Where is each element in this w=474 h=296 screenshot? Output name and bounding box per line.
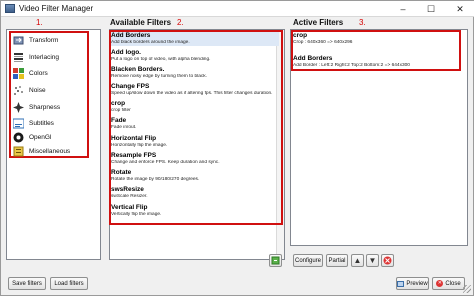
load-filters-button[interactable]: Load filters (50, 277, 88, 290)
window-controls: – ☐ ✕ (389, 1, 474, 17)
filter-description: Add black borders around the image. (111, 40, 190, 45)
filter-description: Horizontally flip the image. (111, 143, 168, 148)
filter-name: Add Borders (111, 32, 151, 39)
filter-description: Fade in/out. (111, 125, 137, 130)
noise-icon (13, 85, 24, 96)
category-label: Miscellaneous (29, 147, 71, 155)
category-label: Colors (29, 69, 48, 77)
category-sharpness[interactable]: Sharpness (13, 100, 60, 114)
close-window-button[interactable]: ✕ (445, 1, 474, 17)
resize-grip[interactable] (463, 285, 471, 293)
filter-name: Rotate (111, 169, 132, 176)
category-noise[interactable]: Noise (13, 83, 46, 97)
filter-add-logo[interactable]: Add logo. Put a logo on top of video, wi… (111, 49, 279, 63)
filter-resample-fps[interactable]: Resample FPS Change and enforce FPS. Kee… (111, 152, 279, 166)
sharpness-icon (13, 101, 24, 113)
filter-name: crop (111, 100, 126, 107)
move-down-button[interactable]: ▼ (366, 254, 379, 267)
category-label: Sharpness (29, 103, 61, 111)
minimize-button[interactable]: – (389, 1, 417, 17)
annotation-2: 2. (177, 18, 184, 27)
filter-name: Add Borders (293, 55, 333, 62)
preview-icon (397, 280, 405, 287)
filter-name: swsResize (111, 186, 144, 193)
active-filter-crop[interactable]: crop Crop : 640x360 => 640x296 (293, 32, 458, 46)
category-label: Noise (29, 86, 46, 94)
close-label: Close (445, 280, 461, 287)
filter-description: Change and enforce FPS. Keep duration an… (111, 160, 220, 165)
filter-description: Add Border : Left:2 Right:2 Top:2 Bottom… (293, 63, 410, 68)
filter-description: Rotate the image by 90/180/270 degrees. (111, 177, 200, 182)
filter-crop[interactable]: crop crop filter (111, 100, 279, 114)
interlacing-icon (13, 52, 24, 63)
close-button[interactable]: ✕ Close (432, 277, 465, 290)
maximize-button[interactable]: ☐ (417, 1, 445, 17)
filter-name: Resample FPS (111, 152, 157, 159)
remove-icon (382, 256, 393, 268)
filter-description: Speed up/slow down the video as if alter… (111, 91, 273, 96)
configure-button[interactable]: Configure (293, 254, 323, 267)
move-up-button[interactable]: ▲ (351, 254, 364, 267)
subtitles-icon (13, 118, 24, 129)
opengl-icon (13, 132, 24, 143)
close-icon: ✕ (436, 280, 444, 287)
category-colors[interactable]: Colors (13, 66, 48, 80)
filter-name: Add logo. (111, 49, 141, 56)
filter-name: Change FPS (111, 83, 150, 90)
filter-fade[interactable]: Fade Fade in/out. (111, 117, 279, 131)
save-filters-button[interactable]: Save filters (8, 277, 46, 290)
arrow-down-icon: ▼ (368, 256, 377, 265)
filter-blacken-borders[interactable]: Blacken Borders. Remove noisy edge by tu… (111, 66, 279, 80)
filter-description: Put a logo on top of video, with alpha b… (111, 57, 211, 62)
colors-icon (13, 67, 24, 79)
category-label: OpenGl (29, 133, 52, 141)
category-miscellaneous[interactable]: Miscellaneous (13, 144, 70, 158)
category-interlacing[interactable]: Interlacing (13, 50, 59, 64)
filter-name: crop (293, 32, 308, 39)
filter-change-fps[interactable]: Change FPS Speed up/slow down the video … (111, 83, 279, 97)
available-filters-heading: Available Filters (110, 18, 172, 27)
active-filter-add-borders[interactable]: Add Borders Add Border : Left:2 Right:2 … (293, 55, 458, 69)
partial-button[interactable]: Partial (326, 254, 348, 267)
preview-button[interactable]: Preview (396, 277, 429, 290)
filter-swsresize[interactable]: swsResize swScale Resizer. (111, 186, 279, 200)
title-bar: Video Filter Manager – ☐ ✕ (1, 1, 474, 17)
filter-horizontal-flip[interactable]: Horizontal Flip Horizontally flip the im… (111, 135, 279, 149)
filter-description: crop filter (111, 108, 131, 113)
category-label: Subtitles (29, 119, 54, 127)
filter-description: swScale Resizer. (111, 194, 148, 199)
filter-rotate[interactable]: Rotate Rotate the image by 90/180/270 de… (111, 169, 279, 183)
filter-description: Remove noisy edge by turning them to bla… (111, 74, 207, 79)
filter-name: Blacken Borders. (111, 66, 165, 73)
category-label: Interlacing (29, 53, 59, 61)
active-filters-heading: Active Filters (293, 18, 344, 27)
filter-name: Horizontal Flip (111, 135, 157, 142)
video-filter-manager-window: Video Filter Manager – ☐ ✕ 1. 2. 3. Avai… (0, 0, 474, 296)
filter-name: Fade (111, 117, 127, 124)
miscellaneous-icon (13, 146, 24, 157)
filter-description: Crop : 640x360 => 640x296 (293, 40, 353, 45)
filter-vertical-flip[interactable]: Vertical Flip Vertically flip the image. (111, 204, 279, 218)
add-filter-button[interactable] (269, 254, 282, 267)
transform-icon (13, 35, 24, 46)
filter-name: Vertical Flip (111, 204, 148, 211)
app-icon (5, 4, 15, 13)
category-opengl[interactable]: OpenGl (13, 130, 51, 144)
category-label: Transform (29, 36, 59, 44)
window-title: Video Filter Manager (19, 4, 94, 13)
annotation-3: 3. (359, 18, 366, 27)
arrow-up-icon: ▲ (353, 256, 362, 265)
annotation-1: 1. (36, 18, 43, 27)
add-arrow-icon (270, 256, 281, 268)
filter-add-borders[interactable]: Add Borders Add black borders around the… (111, 32, 279, 46)
filter-description: Vertically flip the image. (111, 212, 162, 217)
preview-label: Preview (406, 280, 428, 287)
remove-filter-button[interactable] (381, 254, 394, 267)
category-transform[interactable]: Transform (13, 33, 58, 47)
category-subtitles[interactable]: Subtitles (13, 116, 54, 130)
